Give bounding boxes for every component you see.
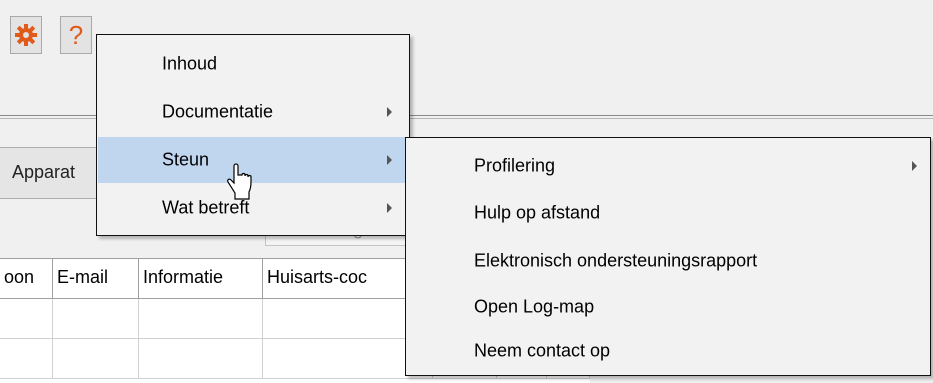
help-button[interactable]: ? xyxy=(60,16,92,54)
support-submenu: Profilering Hulp op afstand Elektronisch… xyxy=(405,137,931,376)
menu-item-profiling[interactable]: Profilering xyxy=(407,143,929,189)
apparatus-button[interactable]: Apparat xyxy=(0,147,110,199)
table-cell[interactable] xyxy=(139,339,263,379)
menu-item-open-log-folder[interactable]: Open Log-map xyxy=(407,285,929,329)
menu-item-support-report[interactable]: Elektronisch ondersteuningsrapport xyxy=(407,237,929,285)
column-header-email[interactable]: E-mail xyxy=(53,259,139,299)
table-cell[interactable] xyxy=(0,299,53,339)
help-icon: ? xyxy=(68,20,84,50)
menu-item-contents[interactable]: Inhoud xyxy=(98,41,408,87)
table-cell[interactable] xyxy=(0,339,53,379)
chevron-right-icon xyxy=(387,155,392,165)
help-menu: Inhoud Documentatie Steun Wat betreft xyxy=(96,34,410,236)
column-header-gp-code[interactable]: Huisarts-coc xyxy=(263,259,413,299)
apparatus-button-label: Apparat xyxy=(12,162,76,182)
table-cell[interactable] xyxy=(139,299,263,339)
column-header-information[interactable]: Informatie xyxy=(139,259,263,299)
table-cell[interactable] xyxy=(53,339,139,379)
settings-button[interactable] xyxy=(10,16,42,54)
chevron-right-icon xyxy=(912,161,917,171)
chevron-right-icon xyxy=(387,203,392,213)
menu-item-contact[interactable]: Neem contact op xyxy=(407,329,929,373)
gear-icon xyxy=(15,24,37,46)
mouse-cursor-icon xyxy=(227,163,252,200)
menu-item-remote-help[interactable]: Hulp op afstand xyxy=(407,189,929,237)
chevron-right-icon xyxy=(387,107,392,117)
column-header-phone[interactable]: oon xyxy=(0,259,53,299)
menu-item-documentation[interactable]: Documentatie xyxy=(98,87,408,137)
table-cell[interactable] xyxy=(53,299,139,339)
